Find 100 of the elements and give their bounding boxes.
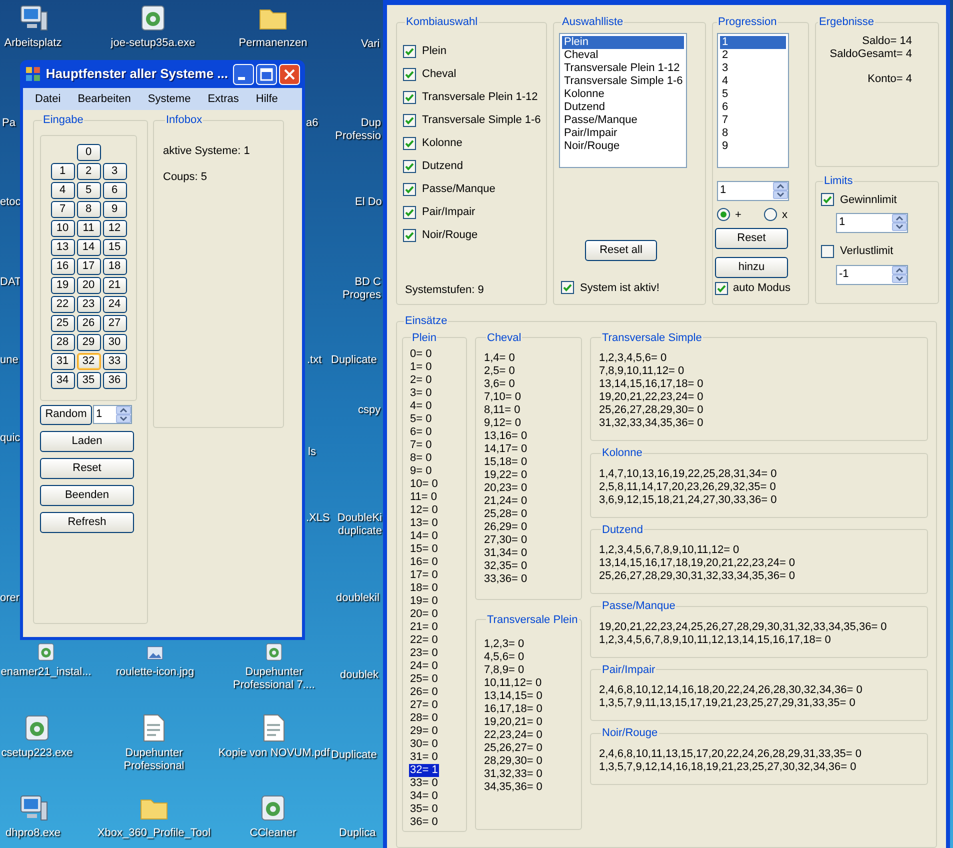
list-item[interactable]: Noir/Rouge [562, 140, 684, 152]
list-item[interactable]: 1 [720, 36, 786, 48]
number-button[interactable]: 3 [102, 162, 126, 180]
number-spinner[interactable]: -1 [836, 264, 908, 284]
number-spinner[interactable]: 1 [836, 213, 908, 233]
number-button[interactable]: 10 [50, 220, 74, 236]
random-button[interactable]: Random [40, 404, 92, 424]
list-item[interactable]: 4 [720, 74, 786, 88]
number-button[interactable]: 29 [76, 334, 100, 350]
checkbox[interactable] [403, 228, 416, 242]
number-button[interactable]: 2 [76, 162, 100, 180]
number-button[interactable]: 30 [102, 334, 126, 350]
number-button[interactable]: 36 [102, 372, 126, 388]
checkbox[interactable] [403, 206, 416, 218]
checkbox[interactable] [561, 281, 574, 294]
checkbox[interactable] [403, 44, 416, 58]
stake-line[interactable]: 29= 0 [409, 725, 439, 738]
number-button[interactable]: 28 [50, 334, 74, 350]
stake-line[interactable]: 21= 0 [409, 621, 439, 634]
spin-arrows-icon[interactable] [892, 266, 907, 282]
number-button[interactable]: 5 [76, 182, 100, 198]
stake-line[interactable]: 1= 0 [409, 361, 433, 374]
number-button[interactable]: 13 [50, 238, 74, 256]
stake-line[interactable]: 12= 0 [409, 504, 439, 517]
number-button[interactable]: 12 [102, 220, 126, 236]
list-item[interactable]: 8 [720, 126, 786, 140]
stake-line[interactable]: 30= 0 [409, 738, 439, 751]
stake-line[interactable]: 3= 0 [409, 387, 433, 400]
stake-line[interactable]: 9= 0 [409, 465, 433, 478]
spin-arrows-icon[interactable] [116, 406, 131, 423]
stake-line[interactable]: 7= 0 [409, 439, 433, 452]
stake-line[interactable]: 19= 0 [409, 595, 439, 608]
list-item[interactable]: 7 [720, 114, 786, 126]
spin-arrows-icon[interactable] [773, 182, 788, 198]
checkbox[interactable] [403, 68, 416, 80]
stake-line[interactable]: 5= 0 [409, 413, 433, 426]
desktop-icon-label[interactable]: joe-setup35a.exe [110, 37, 196, 50]
stake-line[interactable]: 18= 0 [409, 582, 439, 595]
menu-item[interactable]: Datei [35, 90, 61, 108]
stake-line[interactable]: 34= 0 [409, 790, 439, 803]
stake-line[interactable]: 17= 0 [409, 569, 439, 582]
checkbox[interactable] [715, 282, 728, 295]
list-item[interactable]: Transversale Plein 1-12 [562, 62, 684, 74]
stake-line[interactable]: 25= 0 [409, 673, 439, 686]
list-item[interactable]: Cheval [562, 48, 684, 62]
stake-line[interactable]: 20= 0 [409, 608, 439, 621]
list-item[interactable]: 6 [720, 100, 786, 114]
stake-line[interactable]: 11= 0 [409, 491, 438, 504]
number-button[interactable]: 8 [76, 200, 100, 218]
desktop-icon-label[interactable]: Permanenzen [238, 37, 308, 50]
number-button[interactable]: 15 [102, 238, 126, 256]
stake-line[interactable]: 31= 0 [409, 751, 439, 764]
list-item[interactable]: 9 [720, 140, 786, 152]
minimize-icon[interactable] [233, 64, 254, 84]
stake-line[interactable]: 28= 0 [409, 712, 439, 725]
number-button[interactable]: 23 [76, 296, 100, 312]
push-button[interactable]: Reset [40, 458, 134, 478]
number-button[interactable]: 32 [76, 352, 100, 370]
number-button[interactable]: 4 [50, 182, 74, 198]
push-button[interactable]: Laden [40, 430, 134, 452]
checkbox[interactable] [403, 182, 416, 196]
stake-line[interactable]: 4= 0 [409, 400, 433, 413]
stake-line[interactable]: 6= 0 [409, 426, 433, 439]
menu-item[interactable]: Extras [208, 90, 239, 108]
number-button[interactable]: 19 [50, 276, 74, 294]
checkbox[interactable] [403, 160, 416, 172]
stake-line[interactable]: 36= 0 [409, 816, 439, 829]
number-button[interactable]: 24 [102, 296, 126, 312]
stake-line[interactable]: 23= 0 [409, 647, 439, 660]
list-item[interactable]: Kolonne [562, 88, 684, 100]
stake-line[interactable]: 8= 0 [409, 452, 433, 465]
number-button[interactable]: 31 [50, 352, 74, 370]
number-spinner[interactable]: 1 [93, 405, 132, 424]
stake-line[interactable]: 10= 0 [409, 478, 439, 491]
radio-button[interactable] [764, 208, 777, 222]
number-button[interactable]: 27 [102, 314, 126, 332]
list-item[interactable]: Transversale Simple 1-6 [562, 74, 684, 88]
list-item[interactable]: Passe/Manque [562, 114, 684, 126]
stake-line[interactable]: 0= 0 [409, 348, 433, 361]
reset-all-button[interactable]: Reset all [585, 240, 657, 260]
stake-line[interactable]: 35= 0 [409, 803, 439, 816]
menu-item[interactable]: Systeme [148, 90, 191, 108]
stake-line[interactable]: 14= 0 [409, 530, 439, 543]
number-button[interactable]: 25 [50, 314, 74, 332]
stake-line[interactable]: 33= 0 [409, 777, 439, 790]
number-button[interactable]: 16 [50, 258, 74, 274]
number-button[interactable]: 20 [76, 276, 100, 294]
list-item[interactable]: 3 [720, 62, 786, 74]
maximize-icon[interactable] [256, 64, 277, 84]
list-box[interactable]: Plein Cheval Transversale Plein 1-12 Transversale Simple 1-6 Kolonne Dutzend Passe/Manque Pair/Impair Noir/Rouge [559, 32, 687, 168]
number-spinner[interactable]: 1 [717, 180, 789, 200]
list-item[interactable]: Dutzend [562, 100, 684, 114]
number-button[interactable]: 7 [50, 200, 74, 218]
number-button[interactable]: 35 [76, 372, 100, 388]
stake-line[interactable]: 16= 0 [409, 556, 439, 569]
push-button[interactable]: Refresh [40, 512, 134, 532]
number-button[interactable]: 22 [50, 296, 74, 312]
list-item[interactable]: Plein [562, 36, 684, 48]
number-button[interactable]: 9 [102, 200, 126, 218]
stake-line[interactable]: 13= 0 [409, 517, 439, 530]
